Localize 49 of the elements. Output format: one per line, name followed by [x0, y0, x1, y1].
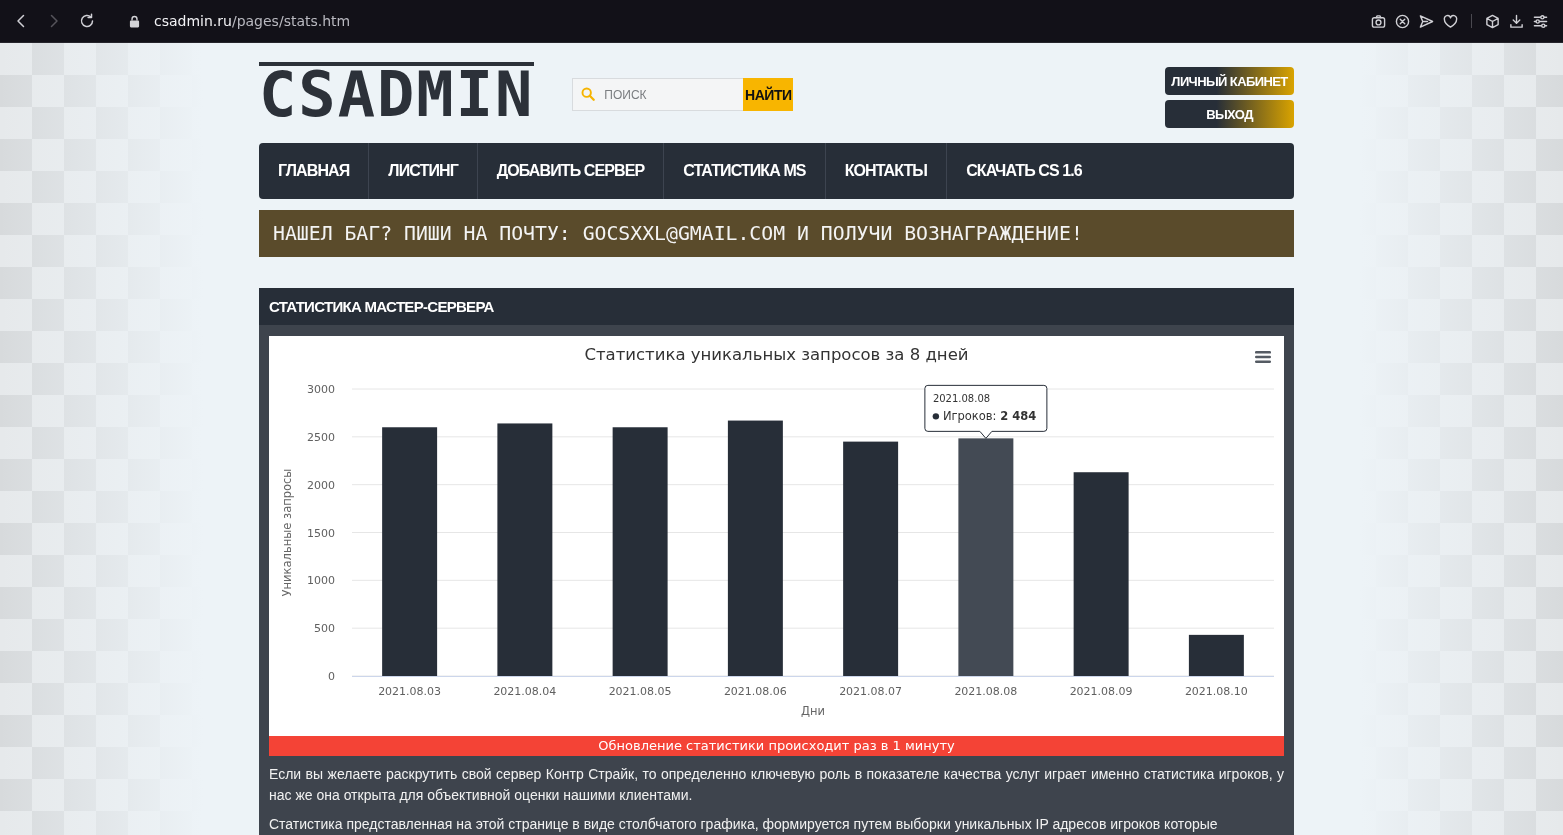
menu-item[interactable]: ЛИСТИНГ — [369, 143, 478, 199]
axis-tick-label: 2021.08.08 — [954, 685, 1018, 698]
axis-tick-label: 2021.08.07 — [839, 685, 903, 698]
axis-tick-label: 2021.08.06 — [723, 685, 787, 698]
url-text[interactable]: csadmin.ru/pages/stats.htm — [154, 13, 351, 29]
search-field[interactable]: ПОИСК — [572, 78, 744, 111]
axis-tick-label: 2021.08.04 — [493, 685, 557, 698]
menu-item[interactable]: ГЛАВНАЯ — [259, 143, 370, 199]
x-axis-title: Дни — [801, 704, 825, 718]
axis-tick-label: 2021.08.05 — [608, 685, 672, 698]
menu-item[interactable]: КОНТАКТЫ — [825, 143, 948, 199]
axis-tick-label: 1000 — [307, 574, 335, 588]
camera-icon[interactable] — [1371, 13, 1386, 29]
description-text: Статистика представленная на этой странице в виде столбчатого графика, формируется путем выборки уникальных IP адресов игроков которые — [269, 815, 1219, 834]
menu-item[interactable]: СТАТИСТИКА MS — [664, 143, 826, 199]
download-icon[interactable] — [1509, 13, 1524, 29]
axis-tick-label: 2500 — [307, 430, 335, 444]
axis-tick-label: 2021.08.09 — [1069, 685, 1133, 698]
axis-tick-label: 500 — [314, 622, 335, 636]
axis-tick-label: 2021.08.10 — [1184, 685, 1248, 698]
heart-icon[interactable] — [1443, 13, 1458, 29]
description-text: Если вы желаете раскрутить свой сервер Контр Страйк, то определенно ключевую роль в показателе качества услуг играет именно статистика игроков, у нас же она открыта для объективной оценки нашими клиентами. — [269, 765, 1284, 805]
account-button[interactable]: ЛИЧНЫЙ КАБИНЕТ — [1165, 67, 1294, 95]
axis-tick-label: 2021.08.03 — [378, 685, 442, 698]
y-axis-title: Уникальные запросы — [280, 468, 294, 597]
axis-tick-label: 3000 — [307, 383, 335, 396]
menu-item[interactable]: ДОБАВИТЬ СЕРВЕР — [477, 143, 665, 199]
cube-icon[interactable] — [1485, 13, 1500, 29]
panel-title: СТАТИСТИКА МАСТЕР-СЕРВЕРА — [259, 288, 1294, 325]
tooltip-date: 2021.08.08 — [932, 393, 991, 405]
menu-icon[interactable] — [1255, 351, 1271, 363]
search-icon — [581, 87, 596, 101]
bug-bounty-banner: НАШЕЛ БАГ? ПИШИ НА ПОЧТУ: GOCSXXL@GMAIL.COM И ПОЛУЧИ ВОЗНАГРАЖДЕНИЕ! — [259, 210, 1294, 257]
series-dot-icon — [932, 413, 940, 420]
chart-title: Статистика уникальных запросов за 8 дней — [584, 345, 969, 364]
axis-tick-label: 0 — [328, 670, 335, 683]
axis-tick-label: 2000 — [307, 478, 335, 492]
sliders-icon[interactable] — [1533, 13, 1548, 29]
tooltip-value: Игроков: 2 484 — [942, 409, 1037, 424]
lock-icon — [129, 14, 140, 28]
x-circle-icon[interactable] — [1395, 13, 1410, 29]
search-button[interactable]: НАЙТИ — [743, 78, 794, 111]
site-logo[interactable]: CSADMIN — [259, 62, 535, 120]
menu-item[interactable]: СКАЧАТЬ CS 1.6 — [947, 143, 1101, 199]
update-notice: Обновление статистики происходит раз в 1 минуту — [269, 736, 1284, 756]
send-icon[interactable] — [1419, 13, 1434, 29]
account-button[interactable]: ВЫХОД — [1165, 100, 1294, 128]
axis-tick-label: 1500 — [307, 526, 335, 540]
reload-icon[interactable] — [79, 13, 95, 29]
